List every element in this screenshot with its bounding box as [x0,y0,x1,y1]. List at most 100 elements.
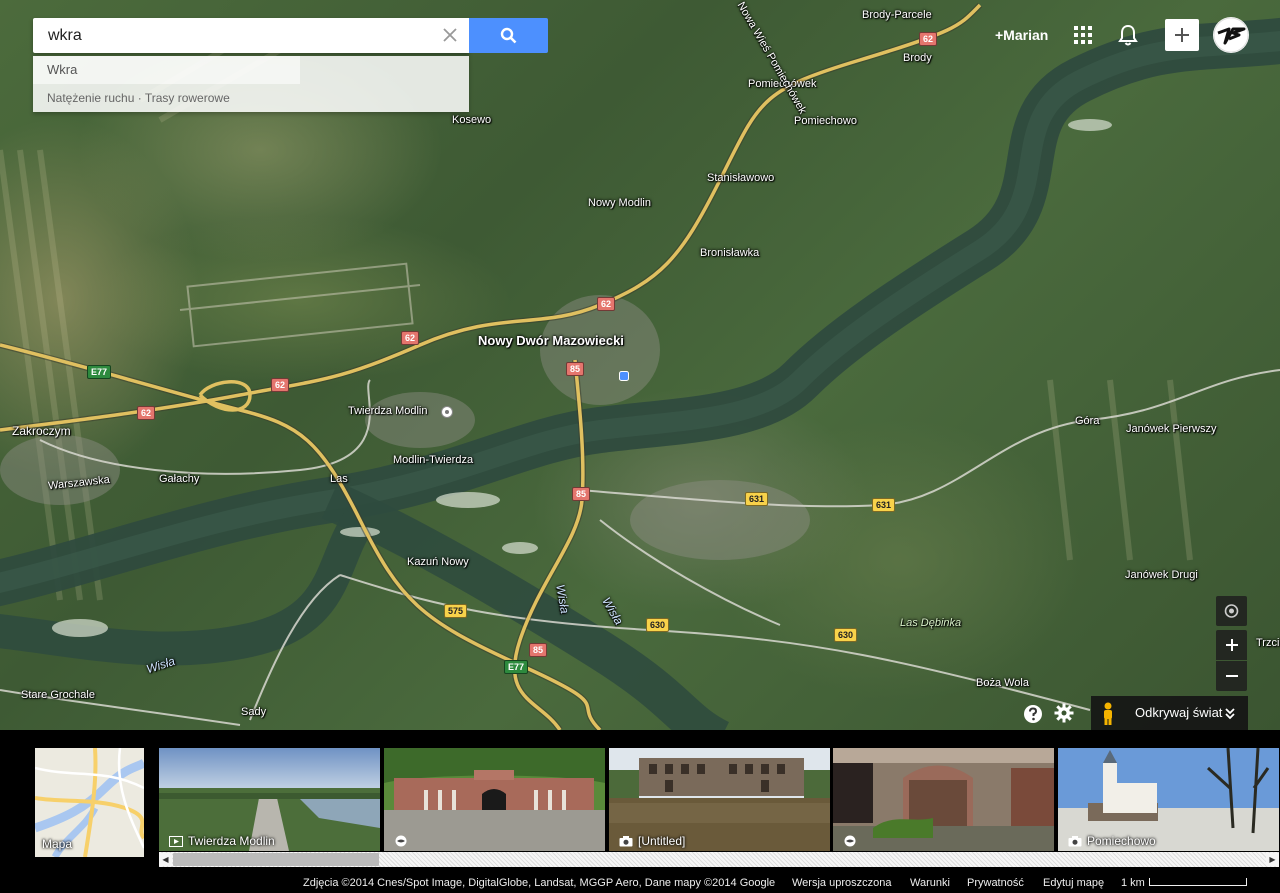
road-shield: 575 [444,604,468,618]
photo-thumbnail[interactable] [833,748,1054,851]
camera-icon [1068,836,1082,847]
photo-caption: Pomiechowo [1068,834,1156,848]
search-icon [500,27,517,44]
search-box [33,18,469,53]
photo-caption [843,834,862,848]
photo-caption: Twierdza Modlin [169,834,275,848]
road-shield: 62 [597,297,616,311]
photo-strip-scrollbar[interactable]: ◀ ▶ [159,852,1279,867]
place-label: Gałachy [159,473,200,485]
photo-thumbnail[interactable] [384,748,605,851]
photo-image [384,748,605,851]
scrollbar-thumb[interactable] [173,853,379,866]
road-shield: 62 [919,32,938,46]
panorama-icon [395,835,407,847]
my-location-button[interactable] [1216,596,1247,626]
road-shield: 62 [137,406,156,420]
road-shield: 631 [872,498,896,512]
share-plus-button[interactable] [1165,19,1199,51]
photo-thumbnail[interactable]: Pomiechowo [1058,748,1279,851]
scale-bar [1149,878,1247,886]
place-label: Boża Wola [976,677,1029,689]
place-label: Pomiechowo [794,115,857,127]
road-shield: 62 [271,378,290,392]
plus-icon [1175,28,1189,42]
scale-label: 1 km [1121,877,1145,889]
pegman-street-view-icon[interactable] [1099,702,1117,726]
place-label: Stare Grochale [21,689,95,701]
road-shield: 631 [745,492,769,506]
notifications-bell-icon[interactable] [1118,24,1138,46]
scroll-right-arrow-icon[interactable]: ▶ [1266,853,1279,866]
scroll-left-arrow-icon[interactable]: ◀ [159,853,172,866]
search-button[interactable] [469,18,548,53]
plus-icon [1225,639,1238,651]
zoom-in-button[interactable] [1216,630,1247,660]
road-shield: 85 [572,487,591,501]
forest-label: Las Dębinka [900,617,962,629]
place-label: Zakroczym [12,424,71,438]
close-icon[interactable] [441,26,459,44]
road-shield: 62 [401,331,420,345]
avatar-logo-icon [1213,17,1249,53]
crosshair-icon [1224,604,1239,618]
road-shield: E77 [87,365,112,379]
poi-marker-icon[interactable] [440,405,454,419]
place-label: Twierdza Modlin [348,405,428,417]
map-view-thumbnail[interactable]: Mapa [35,748,144,857]
photo-caption: [Untitled] [619,834,685,848]
map-thumbnail-label: Mapa [42,837,73,851]
satellite-map[interactable]: Brody-Parcele Brody Pomiechówek Pomiecho… [0,0,1280,730]
privacy-link[interactable]: Prywatność [967,877,1024,889]
zoom-out-button[interactable] [1216,661,1247,691]
place-label: Janówek Drugi [1125,569,1198,581]
photo-thumbnail[interactable]: Twierdza Modlin [159,748,380,851]
attribution-text: Zdjęcia ©2014 Cnes/Spot Image, DigitalGl… [303,877,776,889]
place-label-major: Nowy Dwór Mazowiecki [478,333,624,348]
help-icon[interactable] [1023,704,1043,724]
apps-grid-icon[interactable] [1074,26,1092,44]
minus-icon [1225,675,1238,677]
photo-strip: Mapa Twierdza Modlin [Untitled] Pomiecho… [0,730,1280,872]
road-shield: 85 [566,362,585,376]
place-label: Janówek Pierwszy [1126,423,1217,435]
place-label: Nowy Modlin [588,197,651,209]
suggestion-item[interactable]: Wkra [33,56,300,84]
explore-panel: Odkrywaj świat [1091,696,1248,730]
place-label: Brody-Parcele [862,9,932,21]
chevron-double-down-icon [1225,707,1236,719]
place-label: Stanisławowo [707,172,775,184]
video-icon [169,836,183,847]
transit-icon [619,371,629,381]
lite-version-link[interactable]: Wersja uproszczona [792,877,891,889]
road-shield: 630 [834,628,858,642]
place-label: Trzci [1256,637,1280,649]
edit-map-link[interactable]: Edytuj mapę [1043,877,1104,889]
photo-caption [394,834,413,848]
place-label: Bronisławka [700,247,760,259]
camera-icon [619,836,633,847]
place-label: Las [330,473,348,485]
terms-link[interactable]: Warunki [910,877,950,889]
search-input[interactable] [33,18,438,53]
panorama-icon [844,835,856,847]
gear-icon[interactable] [1054,703,1074,723]
place-label: Kazuń Nowy [407,556,469,568]
road-shield: 630 [646,618,670,632]
photo-image [833,748,1054,851]
place-label: Brody [903,52,932,64]
search-suggestions: Wkra Natężenie ruchu · Trasy rowerowe [33,56,469,112]
google-plus-user-link[interactable]: +Marian [995,27,1048,43]
place-label: Kosewo [452,114,492,126]
footer: Zdjęcia ©2014 Cnes/Spot Image, DigitalGl… [0,872,1280,893]
explore-world-toggle[interactable]: Odkrywaj świat [1127,696,1243,730]
avatar[interactable] [1213,17,1249,53]
place-label: Modlin-Twierdza [393,454,474,466]
road-shield: E77 [504,660,529,674]
place-label: Góra [1075,415,1100,427]
place-label: Sady [241,706,267,718]
layers-links[interactable]: Natężenie ruchu · Trasy rowerowe [33,84,469,112]
photo-thumbnail[interactable]: [Untitled] [609,748,830,851]
explore-label: Odkrywaj świat [1135,705,1223,720]
road-shield: 85 [529,643,548,657]
